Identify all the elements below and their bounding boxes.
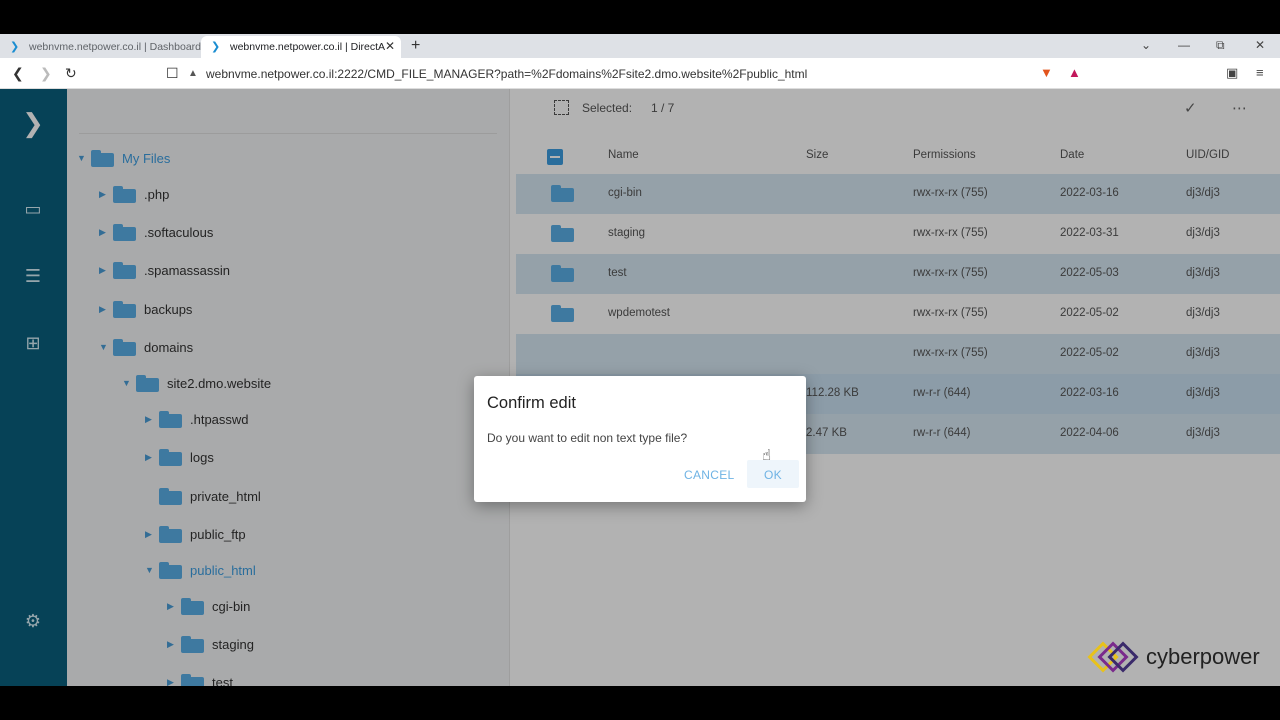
forward-icon[interactable]: ❯	[40, 65, 52, 82]
url-field[interactable]: ▲ webnvme.netpower.co.il:2222/CMD_FILE_M…	[188, 63, 1032, 84]
tab-strip: ❯ webnvme.netpower.co.il | Dashboard ❯ w…	[0, 34, 1280, 58]
cyberpower-logo-icon	[1087, 641, 1139, 673]
menu-icon[interactable]: ≡	[1256, 65, 1264, 80]
url-text: webnvme.netpower.co.il:2222/CMD_FILE_MAN…	[206, 66, 808, 81]
hand-cursor-icon: ☝	[762, 447, 772, 464]
address-bar: ❮ ❯ ↻ ☐ ▲ webnvme.netpower.co.il:2222/CM…	[0, 58, 1280, 89]
tab-title: webnvme.netpower.co.il | DirectA	[230, 41, 386, 53]
brand-name: cyberpower	[1146, 644, 1260, 669]
brave-shield-icon[interactable]: ▼	[1040, 65, 1053, 80]
wallet-icon[interactable]: ▣	[1226, 65, 1238, 81]
bookmark-icon[interactable]: ☐	[166, 65, 179, 82]
restore-icon[interactable]: ⧉	[1216, 38, 1225, 53]
browser-window: ❯ webnvme.netpower.co.il | Dashboard ❯ w…	[0, 34, 1280, 686]
tab-dashboard[interactable]: ❯ webnvme.netpower.co.il | Dashboard	[0, 36, 201, 58]
tab-search-chevron-icon[interactable]: ⌄	[1141, 38, 1151, 52]
back-icon[interactable]: ❮	[12, 65, 24, 82]
close-window-icon[interactable]: ✕	[1255, 38, 1265, 52]
reload-icon[interactable]: ↻	[65, 65, 77, 82]
tab-file-manager[interactable]: ❯ webnvme.netpower.co.il | DirectA ✕	[201, 36, 401, 58]
tab-title: webnvme.netpower.co.il | Dashboard	[29, 41, 201, 53]
cyberpower-watermark: cyberpower	[1087, 641, 1260, 673]
brave-rewards-icon[interactable]: ▲	[1068, 65, 1081, 80]
ok-button[interactable]: OK	[764, 468, 782, 482]
screen-frame: ❯ webnvme.netpower.co.il | Dashboard ❯ w…	[0, 0, 1280, 720]
confirm-edit-dialog: Confirm edit Do you want to edit non tex…	[474, 376, 806, 502]
cancel-button[interactable]: CANCEL	[684, 468, 734, 482]
directadmin-favicon-icon: ❯	[10, 41, 20, 53]
close-tab-icon[interactable]: ✕	[385, 39, 395, 53]
dialog-title: Confirm edit	[487, 394, 576, 412]
directadmin-app: ❯ ▭ ☰ ⊞ ⚙ ↳ ⚙ ▼ My Files ▶ .php ▶ .	[0, 89, 1280, 686]
lock-icon: ▲	[188, 68, 198, 79]
minimize-icon[interactable]: —	[1178, 38, 1190, 52]
new-tab-icon[interactable]: +	[411, 36, 420, 56]
directadmin-favicon-icon: ❯	[211, 41, 221, 53]
dialog-message: Do you want to edit non text type file?	[487, 431, 688, 445]
